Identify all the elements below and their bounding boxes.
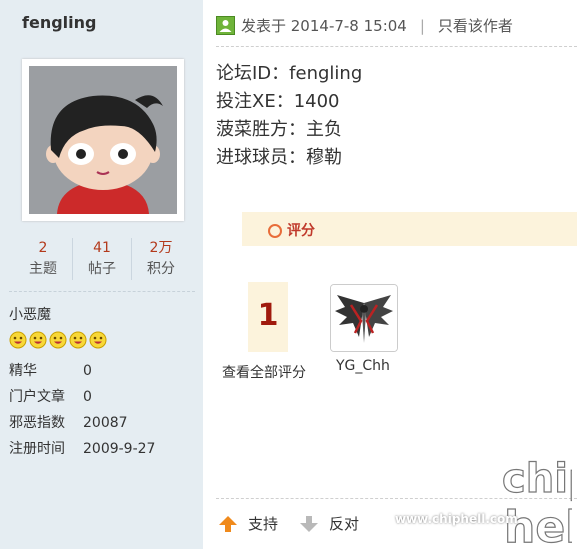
- rank-stars: [9, 331, 107, 349]
- smiley-icon: [69, 331, 87, 349]
- post-time: 发表于 2014-7-8 15:04: [241, 17, 407, 35]
- user-rank[interactable]: 小恶魔: [9, 304, 51, 324]
- stat-topics[interactable]: 2 主题: [14, 238, 72, 280]
- watermark-url: www.chiphell.com: [395, 512, 518, 526]
- user-stats: 2 主题 41 帖子 2万 积分: [14, 238, 190, 280]
- info-register-key: 注册时间: [9, 441, 65, 457]
- header-separator: |: [419, 16, 425, 35]
- rater-avatar[interactable]: [330, 284, 398, 352]
- post-line-winner: 菠菜胜方：主负: [216, 119, 342, 140]
- rater-name[interactable]: YG_Chh: [336, 358, 390, 374]
- only-author-link[interactable]: 只看该作者: [438, 15, 513, 36]
- svg-text:chip: chip: [502, 456, 572, 502]
- info-digest-key: 精华: [9, 363, 37, 379]
- thumb-up-arrow-icon: [219, 515, 237, 532]
- view-all-ratings-link[interactable]: 查看全部评分: [222, 362, 306, 382]
- rating-count: 1: [257, 298, 279, 333]
- support-button[interactable]: 支持: [218, 513, 278, 534]
- avatar[interactable]: [22, 59, 184, 221]
- smiley-icon: [9, 331, 27, 349]
- info-evil-value: 20087: [83, 415, 128, 431]
- stat-credits-value: 2万: [149, 240, 173, 256]
- thumb-down-arrow-icon: [300, 515, 318, 532]
- info-portal-articles: 门户文章 0: [9, 386, 92, 406]
- chiphell-watermark-logo: chip hell: [392, 452, 577, 551]
- smiley-icon: [49, 331, 67, 349]
- oppose-button[interactable]: 反对: [299, 513, 359, 534]
- stat-posts-label: 帖子: [88, 261, 116, 277]
- info-digest: 精华 0: [9, 360, 92, 380]
- info-digest-value: 0: [83, 363, 92, 379]
- stat-topics-value: 2: [38, 240, 48, 256]
- author-name[interactable]: fengling: [22, 13, 96, 32]
- author-sidebar: fengling 2 主题 41 帖子 2万 积分 小恶魔 精华 0 门户文章 …: [0, 0, 203, 549]
- info-evil-index: 邪恶指数 20087: [9, 412, 128, 432]
- info-evil-key: 邪恶指数: [9, 415, 65, 431]
- post-line-bet: 投注XE：1400: [216, 91, 340, 112]
- sidebar-divider: [9, 291, 195, 292]
- info-portal-value: 0: [83, 389, 92, 405]
- header-divider: [216, 46, 577, 47]
- info-register-value: 2009-9-27: [83, 441, 156, 457]
- rating-header: 评分: [242, 212, 577, 246]
- smiley-icon: [89, 331, 107, 349]
- support-label: 支持: [248, 515, 279, 533]
- rating-count-box: 1: [248, 282, 288, 352]
- stat-credits-label: 积分: [147, 261, 175, 277]
- post-line-scorer: 进球球员：穆勒: [216, 147, 342, 168]
- stat-topics-label: 主题: [29, 261, 57, 277]
- post-header: 发表于 2014-7-8 15:04 | 只看该作者: [216, 15, 513, 36]
- info-register-date: 注册时间 2009-9-27: [9, 438, 155, 458]
- rating-ring-icon: [268, 224, 282, 238]
- post-content: 论坛ID：fengling 投注XE：1400 菠菜胜方：主负 进球球员：穆勒: [216, 60, 362, 172]
- info-portal-key: 门户文章: [9, 389, 65, 405]
- smiley-icon: [29, 331, 47, 349]
- online-status-icon: [216, 16, 235, 35]
- stat-posts[interactable]: 41 帖子: [72, 238, 131, 280]
- post-line-forum-id: 论坛ID：fengling: [216, 63, 363, 84]
- oppose-label: 反对: [329, 515, 360, 533]
- rating-title: 评分: [287, 223, 315, 239]
- avatar-image: [29, 66, 177, 214]
- stat-posts-value: 41: [93, 240, 111, 256]
- stat-credits[interactable]: 2万 积分: [131, 238, 190, 280]
